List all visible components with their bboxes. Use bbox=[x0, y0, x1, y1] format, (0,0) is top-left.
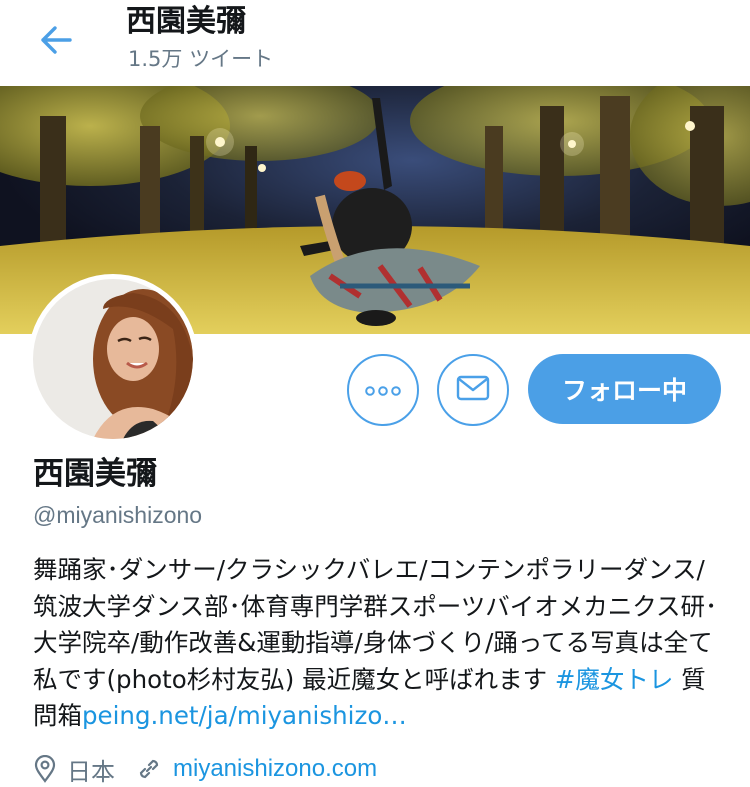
header-title: 西園美彌 bbox=[126, 4, 246, 39]
bio-url-link[interactable]: peing.net/ja/miyanishizo… bbox=[82, 701, 407, 730]
bio-hashtag-link[interactable]: #魔女トレ bbox=[555, 665, 674, 694]
location-item: 日本 bbox=[33, 752, 115, 787]
tweet-count: 1.5万 ツイート bbox=[128, 47, 274, 71]
direct-message-button[interactable] bbox=[437, 354, 509, 426]
website-item[interactable]: miyanishizono.com bbox=[135, 755, 377, 783]
back-button[interactable] bbox=[34, 20, 78, 64]
profile-meta: 日本 miyanishizono.com bbox=[33, 752, 397, 786]
following-button[interactable]: フォロー中 bbox=[528, 354, 721, 424]
avatar-image bbox=[33, 279, 193, 439]
location-text: 日本 bbox=[67, 757, 115, 786]
envelope-icon bbox=[456, 375, 490, 405]
link-icon bbox=[135, 755, 163, 783]
profile-handle: @miyanishizono bbox=[33, 502, 203, 528]
profile-bio: 舞踊家･ダンサー/クラシックバレエ/コンテンポラリーダンス/筑波大学ダンス部･体… bbox=[33, 552, 723, 735]
more-dots-icon bbox=[365, 381, 401, 400]
profile-name: 西園美彌 bbox=[33, 456, 157, 492]
profile-avatar[interactable] bbox=[28, 274, 198, 444]
website-link[interactable]: miyanishizono.com bbox=[173, 755, 377, 783]
more-options-button[interactable] bbox=[347, 354, 419, 426]
top-bar: 西園美彌 1.5万 ツイート bbox=[0, 0, 750, 86]
location-pin-icon bbox=[33, 755, 57, 783]
back-arrow-icon bbox=[39, 25, 73, 59]
